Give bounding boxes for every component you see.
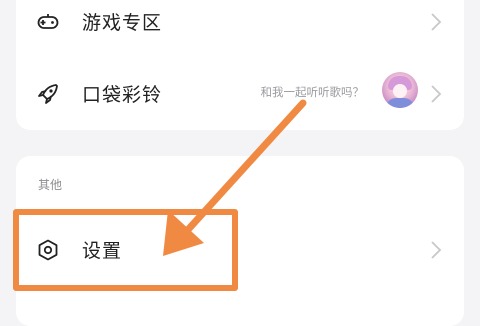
chevron-right-icon [430, 12, 442, 32]
chevron-right-icon [430, 84, 442, 104]
settings-highlight-box [13, 209, 238, 291]
menu-card-top: 游戏专区 口袋彩铃 和我一起听听歌吗？ [16, 0, 464, 130]
ringtone-hint-text: 和我一起听听歌吗？ [260, 85, 365, 99]
game-controller-icon [36, 10, 60, 34]
avatar [382, 72, 418, 108]
chevron-right-icon [430, 240, 442, 260]
section-title-other: 其他 [38, 178, 63, 192]
menu-item-label: 游戏专区 [82, 12, 163, 34]
menu-item-pocket-ringtone[interactable]: 口袋彩铃 和我一起听听歌吗？ [16, 66, 464, 122]
menu-item-label: 口袋彩铃 [82, 84, 163, 106]
rocket-icon [36, 82, 60, 106]
menu-item-game-zone[interactable]: 游戏专区 [16, 0, 464, 50]
